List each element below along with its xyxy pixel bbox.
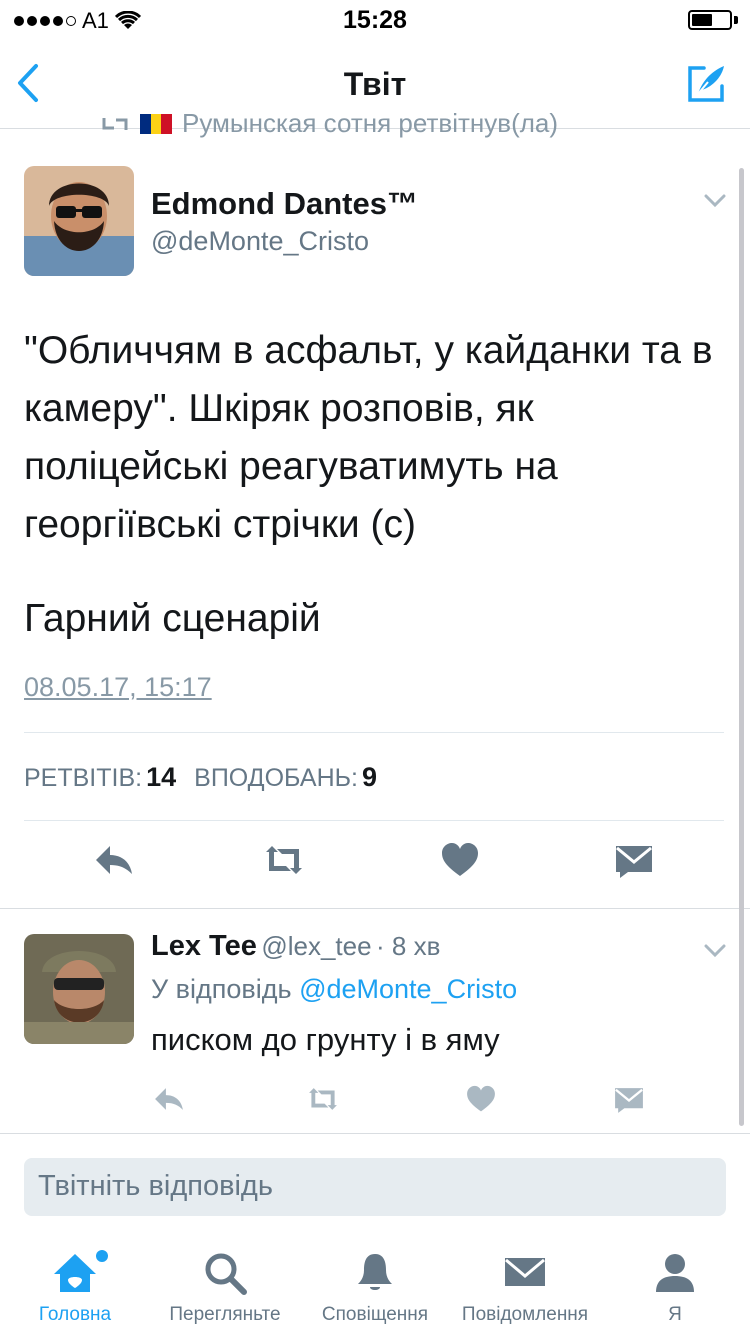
reply-to-handle-link[interactable]: @deMonte_Cristo bbox=[299, 974, 517, 1004]
search-icon bbox=[205, 1253, 247, 1295]
author-name[interactable]: Edmond Dantes™ bbox=[151, 186, 418, 222]
divider bbox=[24, 732, 724, 733]
reply-icon[interactable] bbox=[92, 838, 136, 882]
reply-author-handle[interactable]: @lex_tee bbox=[261, 931, 371, 961]
retweets-label: РЕТВІТІВ: bbox=[24, 764, 143, 792]
chevron-down-icon[interactable] bbox=[704, 944, 726, 958]
reply-author-name[interactable]: Lex Tee bbox=[151, 930, 257, 962]
divider bbox=[0, 1133, 750, 1134]
reply-tweet[interactable]: Lex Tee @lex_tee · 8 хв У відповідь @deM… bbox=[0, 914, 750, 1134]
bell-icon bbox=[358, 1254, 392, 1290]
likes-count[interactable]: 9 bbox=[362, 762, 377, 792]
tab-label: Головна bbox=[38, 1304, 112, 1325]
like-heart-icon[interactable] bbox=[438, 838, 482, 882]
scrollbar[interactable] bbox=[739, 168, 744, 1126]
home-icon bbox=[54, 1254, 96, 1292]
reply-to-line: У відповідь @deMonte_Cristo bbox=[151, 974, 517, 1005]
reply-icon[interactable] bbox=[152, 1082, 186, 1116]
tweet-stats: РЕТВІТІВ: 14 ВПОДОБАНЬ: 9 bbox=[24, 762, 377, 793]
retweet-icon[interactable] bbox=[306, 1082, 340, 1116]
tweet-action-bar bbox=[0, 838, 750, 892]
tab-label: Сповіщення bbox=[321, 1304, 429, 1325]
author-handle[interactable]: @deMonte_Cristo bbox=[151, 226, 369, 257]
author-avatar[interactable] bbox=[24, 166, 134, 276]
divider bbox=[24, 820, 724, 821]
page-title: Твіт bbox=[343, 66, 407, 102]
tab-label: Повідомлення bbox=[461, 1304, 589, 1325]
romania-flag-icon bbox=[140, 113, 173, 134]
chevron-down-icon[interactable] bbox=[704, 194, 726, 208]
divider bbox=[0, 908, 750, 909]
direct-message-icon[interactable] bbox=[612, 1082, 646, 1116]
battery-tip bbox=[734, 16, 738, 24]
compose-tweet-icon[interactable] bbox=[684, 62, 728, 106]
tab-home[interactable]: Головна bbox=[0, 1240, 150, 1334]
likes-label: ВПОДОБАНЬ: bbox=[194, 764, 358, 792]
reply-time: · 8 хв bbox=[376, 931, 441, 961]
reply-text: писком до грунту і в яму bbox=[151, 1022, 500, 1057]
retweets-count[interactable]: 14 bbox=[146, 762, 176, 792]
reply-input-placeholder: Твітніть відповідь bbox=[38, 1170, 273, 1202]
tab-notifications[interactable]: Сповіщення bbox=[300, 1240, 450, 1334]
direct-message-icon[interactable] bbox=[612, 838, 656, 882]
tab-label: Перегляньте bbox=[169, 1304, 281, 1325]
reply-action-bar bbox=[0, 1082, 750, 1122]
reply-to-prefix: У відповідь bbox=[151, 974, 292, 1004]
tweet-text: "Обличчям в асфальт, у кайданки та в кам… bbox=[24, 329, 713, 546]
reply-header: Lex Tee @lex_tee · 8 хв bbox=[151, 930, 440, 963]
tab-explore[interactable]: Перегляньте bbox=[150, 1240, 300, 1334]
status-bar: A1 15:28 bbox=[0, 0, 750, 40]
tab-bar: Головна Перегляньте Сповіщення Повідомле… bbox=[0, 1240, 750, 1334]
retweet-context-text: Румынская сотня ретвітнув(ла) bbox=[182, 108, 559, 138]
tab-messages[interactable]: Повідомлення bbox=[450, 1240, 600, 1334]
tab-label: Я bbox=[668, 1304, 682, 1325]
tweet-date[interactable]: 08.05.17, 15:17 bbox=[24, 672, 212, 703]
tweet-header: Edmond Dantes™ @deMonte_Cristo bbox=[24, 166, 726, 280]
tweet-text-second: Гарний сценарій bbox=[24, 597, 321, 640]
person-icon bbox=[656, 1254, 694, 1292]
reply-author-avatar[interactable] bbox=[24, 934, 134, 1044]
retweet-icon bbox=[102, 117, 128, 130]
clock: 15:28 bbox=[343, 6, 407, 34]
reply-input-field[interactable]: Твітніть відповідь bbox=[24, 1158, 726, 1216]
like-heart-icon[interactable] bbox=[464, 1082, 498, 1116]
battery-level bbox=[692, 14, 712, 26]
envelope-icon bbox=[505, 1258, 545, 1286]
retweet-context: Румынская сотня ретвітнув(ла) bbox=[100, 108, 558, 139]
retweet-icon[interactable] bbox=[262, 838, 306, 882]
tab-me[interactable]: Я bbox=[600, 1240, 750, 1334]
notification-dot bbox=[96, 1250, 108, 1262]
battery-icon bbox=[688, 10, 732, 30]
